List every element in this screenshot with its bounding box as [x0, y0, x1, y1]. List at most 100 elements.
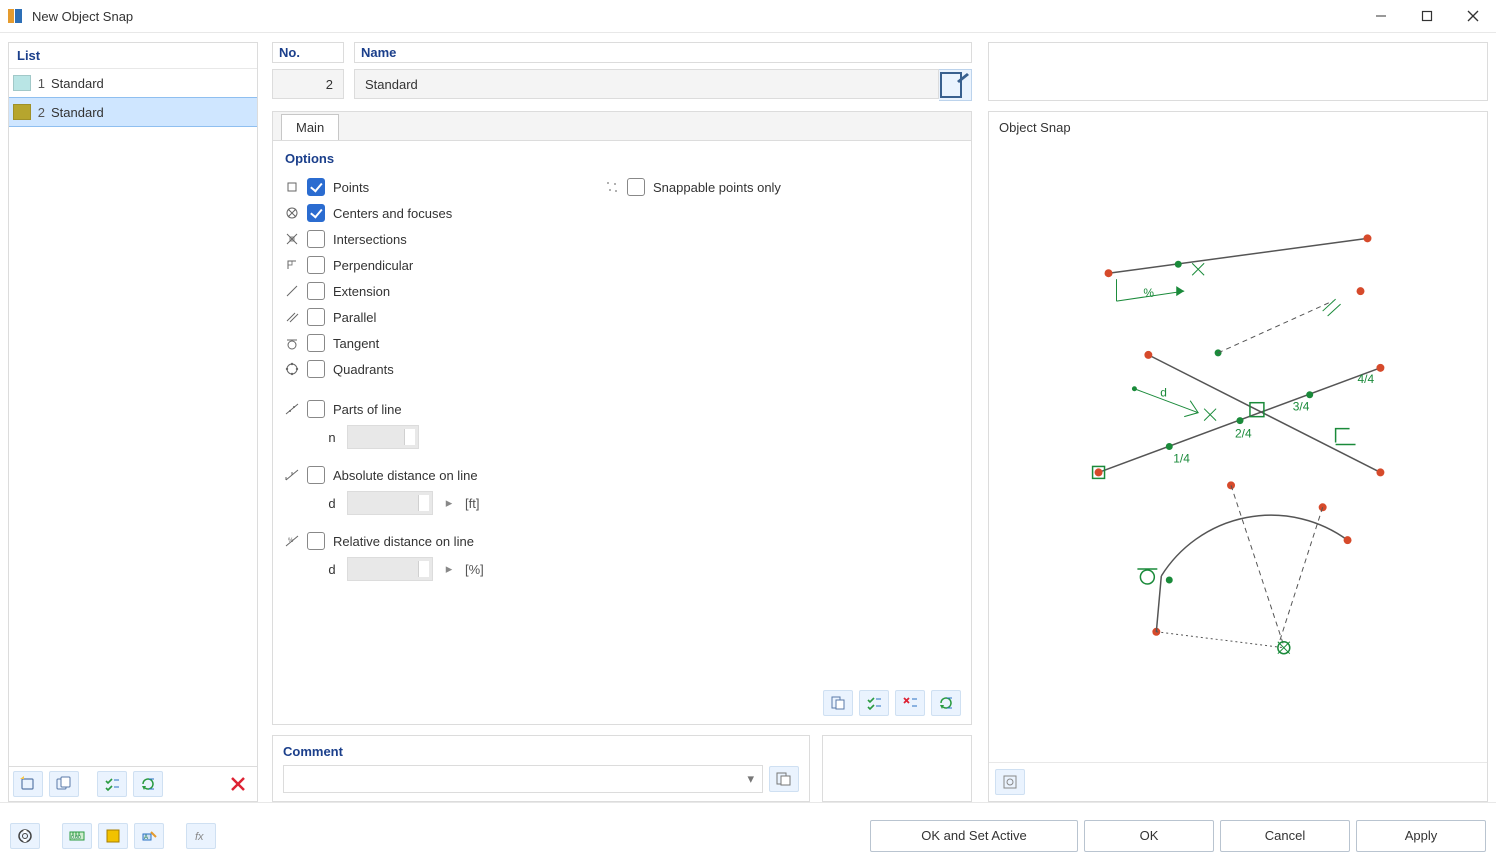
svg-text:0,00: 0,00 — [71, 835, 81, 841]
parts-of-line-checkbox[interactable] — [307, 400, 325, 418]
extension-icon — [285, 284, 299, 298]
snappable-only-icon — [605, 180, 619, 194]
centers-label: Centers and focuses — [333, 206, 452, 221]
list-item[interactable]: 2 Standard — [9, 97, 257, 127]
list-toolbar — [9, 766, 257, 801]
extension-label: Extension — [333, 284, 390, 299]
perpendicular-checkbox[interactable] — [307, 256, 325, 274]
snappable-only-label: Snappable points only — [653, 180, 781, 195]
svg-text:%: % — [1143, 286, 1154, 300]
preview-title: Object Snap — [989, 112, 1487, 143]
tangent-label: Tangent — [333, 336, 379, 351]
svg-text:2/4: 2/4 — [1235, 427, 1252, 441]
name-header: Name — [354, 42, 972, 63]
name-field[interactable]: Standard — [354, 69, 939, 99]
preview-settings-button[interactable] — [995, 769, 1025, 795]
abs-d-unit: [ft] — [465, 496, 479, 511]
color-button[interactable] — [98, 823, 128, 849]
svg-text:3/4: 3/4 — [1293, 400, 1310, 414]
parallel-icon — [285, 310, 299, 324]
comment-input[interactable] — [283, 765, 763, 793]
invert-selection-button[interactable] — [931, 690, 961, 716]
abs-dist-label: Absolute distance on line — [333, 468, 478, 483]
perpendicular-label: Perpendicular — [333, 258, 413, 273]
function-button[interactable]: fx — [186, 823, 216, 849]
new-item-button[interactable] — [13, 771, 43, 797]
rel-dist-icon: % — [285, 534, 299, 548]
units-button[interactable]: 0,00 — [62, 823, 92, 849]
list-panel: List 1Standard2Standard — [8, 42, 258, 802]
comment-panel: Comment — [272, 735, 810, 802]
svg-text:A: A — [144, 835, 148, 841]
centers-checkbox[interactable] — [307, 204, 325, 222]
rel-d-unit: [%] — [465, 562, 484, 577]
rel-dist-checkbox[interactable] — [307, 532, 325, 550]
copy-settings-button[interactable] — [823, 690, 853, 716]
comment-label: Comment — [283, 744, 799, 759]
help-button[interactable] — [10, 823, 40, 849]
list-item-swatch — [13, 75, 31, 91]
snappable-only-checkbox[interactable] — [627, 178, 645, 196]
comment-library-button[interactable] — [769, 766, 799, 792]
minimize-button[interactable] — [1358, 0, 1404, 32]
parts-of-line-icon — [285, 402, 299, 416]
preview-canvas: % — [989, 143, 1487, 762]
list-item-index: 2 — [37, 105, 45, 120]
extension-checkbox[interactable] — [307, 282, 325, 300]
name-value: Standard — [365, 77, 418, 92]
tab-strip: Main — [272, 111, 972, 140]
tab-main[interactable]: Main — [281, 114, 339, 141]
tangent-checkbox[interactable] — [307, 334, 325, 352]
no-header: No. — [272, 42, 344, 63]
refresh-button[interactable] — [133, 771, 163, 797]
list-item-swatch — [13, 104, 31, 120]
points-checkbox[interactable] — [307, 178, 325, 196]
ok-button[interactable]: OK — [1084, 820, 1214, 852]
deselect-all-button[interactable] — [895, 690, 925, 716]
abs-dist-checkbox[interactable] — [307, 466, 325, 484]
parts-of-line-label: Parts of line — [333, 402, 402, 417]
rel-dist-label: Relative distance on line — [333, 534, 474, 549]
cancel-button[interactable]: Cancel — [1220, 820, 1350, 852]
rel-d-param: d — [327, 562, 337, 577]
list-item-name: Standard — [51, 76, 104, 91]
no-value: 2 — [326, 77, 333, 92]
duplicate-item-button[interactable] — [49, 771, 79, 797]
rel-d-picker[interactable]: ▸ — [443, 561, 455, 577]
no-field[interactable]: 2 — [272, 69, 344, 99]
abs-dist-icon — [285, 468, 299, 482]
list-item[interactable]: 1 Standard — [9, 69, 257, 98]
quadrants-icon — [285, 362, 299, 376]
comment-side-panel — [822, 735, 972, 802]
rel-d-input[interactable]: ▲▼ — [347, 557, 433, 581]
parallel-checkbox[interactable] — [307, 308, 325, 326]
label-button[interactable]: A — [134, 823, 164, 849]
options-title: Options — [285, 151, 959, 166]
parts-n-input[interactable]: ▲▼ — [347, 425, 419, 449]
quadrants-checkbox[interactable] — [307, 360, 325, 378]
rename-button[interactable] — [939, 69, 972, 101]
ok-set-active-button[interactable]: OK and Set Active — [870, 820, 1078, 852]
select-all-button[interactable] — [859, 690, 889, 716]
quadrants-label: Quadrants — [333, 362, 394, 377]
intersections-checkbox[interactable] — [307, 230, 325, 248]
abs-d-input[interactable]: ▲▼ — [347, 491, 433, 515]
tangent-icon — [285, 336, 299, 350]
list-item-index: 1 — [37, 76, 45, 91]
delete-item-button[interactable] — [223, 771, 253, 797]
abs-d-param: d — [327, 496, 337, 511]
apply-button[interactable]: Apply — [1356, 820, 1486, 852]
maximize-button[interactable] — [1404, 0, 1450, 32]
centers-icon — [285, 206, 299, 220]
list-item-name: Standard — [51, 105, 104, 120]
app-icon — [6, 7, 24, 25]
options-panel: Options Points Centers and foc — [272, 140, 972, 725]
preview-panel: Object Snap % — [988, 111, 1488, 802]
points-icon — [285, 180, 299, 194]
check-all-button[interactable] — [97, 771, 127, 797]
close-button[interactable] — [1450, 0, 1496, 32]
points-label: Points — [333, 180, 369, 195]
abs-d-picker[interactable]: ▸ — [443, 495, 455, 511]
svg-text:fx: fx — [195, 831, 204, 843]
svg-text:%: % — [288, 538, 294, 544]
